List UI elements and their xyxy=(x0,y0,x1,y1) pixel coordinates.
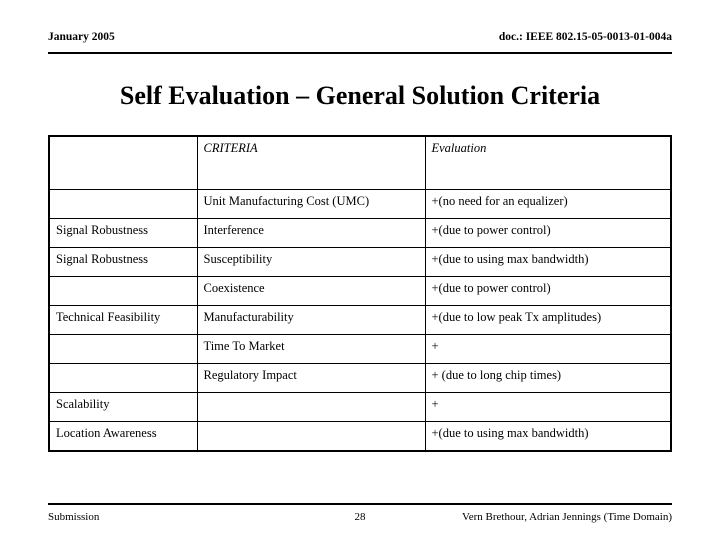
table-cell-criteria: Regulatory Impact xyxy=(196,363,426,393)
table-cell-evaluation: + xyxy=(424,334,672,364)
table-cell-category xyxy=(48,334,198,364)
table-header-row: CRITERIA Evaluation xyxy=(48,135,672,190)
table-row: Scalability + xyxy=(48,392,672,422)
table-cell-criteria: Unit Manufacturing Cost (UMC) xyxy=(196,189,426,219)
table-cell-criteria: Time To Market xyxy=(196,334,426,364)
table-cell-evaluation: + (due to long chip times) xyxy=(424,363,672,393)
table-cell-category xyxy=(48,276,198,306)
table-row: Regulatory Impact + (due to long chip tim… xyxy=(48,363,672,393)
table-cell-category: Signal Robustness xyxy=(48,218,198,248)
table-cell-criteria: Manufacturability xyxy=(196,305,426,335)
table-cell-evaluation: +(due to using max bandwidth) xyxy=(424,421,672,452)
table-row: Coexistence +(due to power control) xyxy=(48,276,672,306)
table-cell-category: Location Awareness xyxy=(48,421,198,452)
table-cell-evaluation: +(due to using max bandwidth) xyxy=(424,247,672,277)
table-cell-category: Signal Robustness xyxy=(48,247,198,277)
table-cell-criteria xyxy=(196,392,426,422)
table-row: Time To Market + xyxy=(48,334,672,364)
column-header-criteria: CRITERIA xyxy=(196,135,426,190)
table-cell-evaluation: +(due to low peak Tx amplitudes) xyxy=(424,305,672,335)
header-doc-number: doc.: IEEE 802.15-05-0013-01-004a xyxy=(498,31,672,43)
table-cell-category xyxy=(48,363,198,393)
header-date: January 2005 xyxy=(48,31,115,43)
table-row: Signal Robustness Susceptibility +(due to … xyxy=(48,247,672,277)
table-cell-category: Technical Feasibility xyxy=(48,305,198,335)
table-row: Location Awareness +(due to using max ban… xyxy=(48,421,672,452)
column-header-evaluation: Evaluation xyxy=(424,135,672,190)
footer-authors: Vern Brethour, Adrian Jennings (Time Dom… xyxy=(462,511,672,523)
table-cell-category xyxy=(48,189,198,219)
table-cell-criteria: Susceptibility xyxy=(196,247,426,277)
table-cell-evaluation: +(due to power control) xyxy=(424,218,672,248)
table-cell-criteria: Coexistence xyxy=(196,276,426,306)
table-cell-category: Scalability xyxy=(48,392,198,422)
table-cell-criteria xyxy=(196,421,426,452)
table-cell-evaluation: + xyxy=(424,392,672,422)
criteria-table: CRITERIA Evaluation Unit Manufacturing C… xyxy=(48,135,672,452)
table-cell-criteria: Interference xyxy=(196,218,426,248)
slide-header: January 2005 doc.: IEEE 802.15-05-0013-0… xyxy=(48,30,672,54)
table-row: Unit Manufacturing Cost (UMC) +(no need f… xyxy=(48,189,672,219)
table-row: Signal Robustness Interference +(due to po… xyxy=(48,218,672,248)
table-row: Technical Feasibility Manufacturability +(… xyxy=(48,305,672,335)
table-cell-evaluation: +(no need for an equalizer) xyxy=(424,189,672,219)
table-cell-evaluation: +(due to power control) xyxy=(424,276,672,306)
column-header-category xyxy=(48,135,198,190)
slide-footer: Submission 28 Vern Brethour, Adrian Jenn… xyxy=(48,503,672,529)
page-title: Self Evaluation – General Solution Crite… xyxy=(119,81,601,110)
